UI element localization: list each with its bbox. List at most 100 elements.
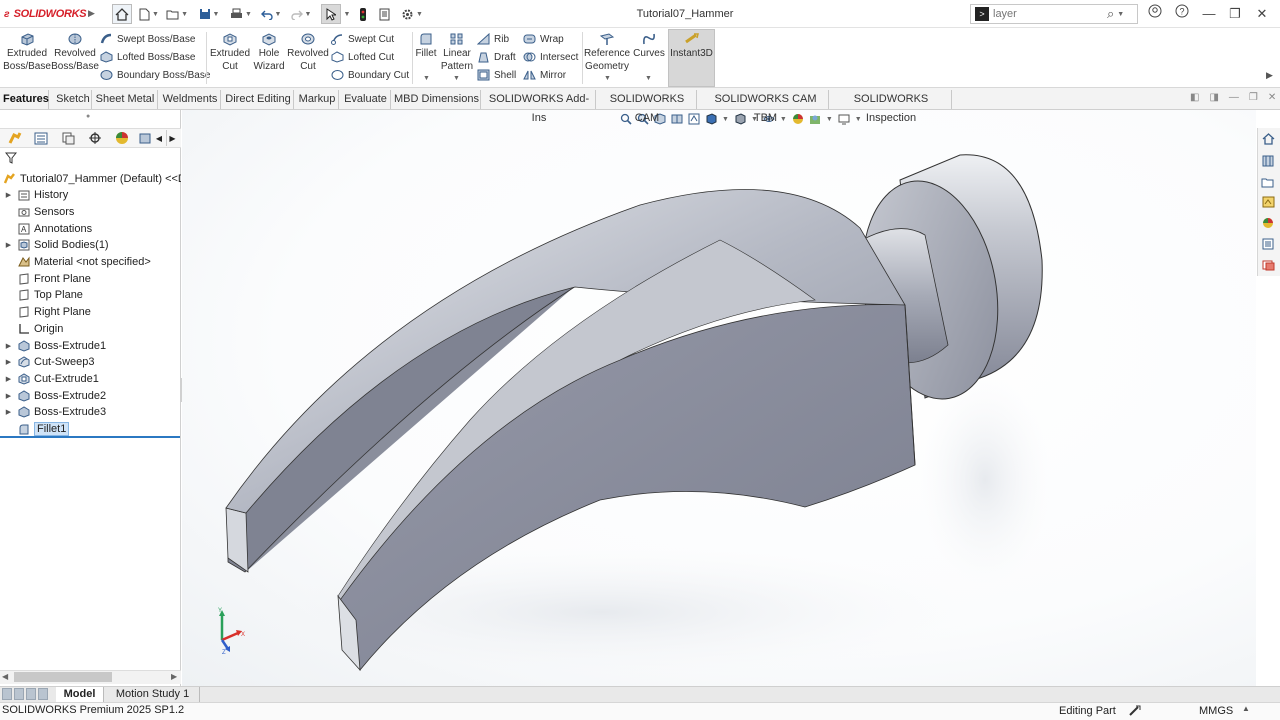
- revolved-cut-button[interactable]: Revolved Cut: [286, 30, 330, 86]
- tree-item-boss-extrude3[interactable]: ▶ Boss-Extrude3: [0, 404, 181, 421]
- undo-icon[interactable]: ▼: [259, 4, 283, 24]
- rebuild-status-icon[interactable]: [1128, 704, 1142, 717]
- redo-icon[interactable]: ▼: [290, 4, 312, 24]
- filter-icon[interactable]: [5, 152, 17, 164]
- view-orientation-dropdown-icon[interactable]: ▼: [722, 116, 729, 123]
- expand-arrow-icon[interactable]: ▶: [4, 358, 13, 366]
- extruded-cut-button[interactable]: Extruded Cut: [208, 30, 252, 86]
- tab-solidworks-cam[interactable]: SOLIDWORKS CAM: [598, 90, 697, 124]
- expand-arrow-icon[interactable]: ▶: [4, 392, 13, 400]
- solidworks-forum-icon[interactable]: [1260, 257, 1276, 273]
- previous-tab-nav-icon[interactable]: [14, 688, 24, 700]
- options-gear-icon[interactable]: ▼: [398, 4, 426, 24]
- dynamic-annotation-icon[interactable]: [688, 113, 700, 125]
- revolved-boss-button[interactable]: Revolved Boss/Base: [51, 30, 99, 86]
- search-commands-box[interactable]: > ⌕ ▼: [970, 4, 1138, 24]
- first-tab-nav-icon[interactable]: [2, 688, 12, 700]
- property-manager-tab-icon[interactable]: [31, 130, 51, 146]
- tree-item-fillet1[interactable]: Fillet1: [0, 421, 181, 438]
- intersect-button[interactable]: Intersect: [523, 49, 578, 65]
- tab-markup[interactable]: Markup: [296, 90, 339, 109]
- appearances-scenes-icon[interactable]: [1260, 215, 1276, 231]
- boundary-cut-button[interactable]: Boundary Cut: [331, 67, 409, 83]
- boundary-boss-button[interactable]: Boundary Boss/Base: [100, 67, 210, 83]
- expand-arrow-icon[interactable]: ▶: [4, 191, 13, 199]
- display-style-icon[interactable]: [734, 113, 746, 125]
- scroll-left-icon[interactable]: ◀: [2, 672, 8, 681]
- graphics-viewport[interactable]: [182, 110, 1256, 686]
- menu-expand-icon[interactable]: ▶: [88, 8, 95, 19]
- fillet-dropdown-icon[interactable]: ▼: [423, 75, 430, 82]
- view-settings-dropdown-icon[interactable]: ▼: [855, 116, 862, 123]
- tab-sketch[interactable]: Sketch: [55, 90, 92, 109]
- restore-window-icon[interactable]: ❐: [1224, 4, 1246, 24]
- home-icon[interactable]: [112, 4, 132, 24]
- hide-show-dropdown-icon[interactable]: ▼: [780, 116, 787, 123]
- close-window-icon[interactable]: ✕: [1251, 4, 1273, 24]
- tab-evaluate[interactable]: Evaluate: [341, 90, 391, 109]
- extruded-boss-button[interactable]: Extruded Boss/Base: [3, 30, 51, 86]
- help-icon[interactable]: ?: [1171, 4, 1193, 24]
- tree-item-sensors[interactable]: Sensors: [0, 203, 181, 220]
- hammer-model[interactable]: [182, 110, 1256, 686]
- display-manager-tab-icon[interactable]: [112, 130, 132, 146]
- rollback-bar[interactable]: [0, 436, 180, 438]
- tab-solidworks-inspection[interactable]: SOLIDWORKS Inspection: [831, 90, 952, 124]
- expand-arrow-icon[interactable]: ▶: [4, 408, 13, 416]
- tree-item-origin[interactable]: Origin: [0, 320, 181, 337]
- tree-item-material-not-specified[interactable]: Material <not specified>: [0, 254, 181, 271]
- tab-solidworks-cam-tbm[interactable]: SOLIDWORKS CAM TBM: [703, 90, 829, 124]
- tab-mbd-dimensions[interactable]: MBD Dimensions: [393, 90, 481, 109]
- lofted-cut-button[interactable]: Lofted Cut: [331, 49, 394, 65]
- dimxpert-tab-icon[interactable]: [85, 130, 105, 146]
- solidworks-logo[interactable]: ƨ SOLIDWORKS: [4, 6, 87, 22]
- hole-wizard-button[interactable]: Hole Wizard: [250, 30, 288, 86]
- save-icon[interactable]: ▼: [197, 4, 221, 24]
- tab-solidworks-add-ins[interactable]: SOLIDWORKS Add-Ins: [483, 90, 596, 124]
- new-document-icon[interactable]: ▼: [138, 4, 160, 24]
- tab-features[interactable]: Features: [3, 90, 49, 109]
- motion-study-tab[interactable]: Motion Study 1: [106, 687, 200, 702]
- model-tab[interactable]: Model: [56, 687, 104, 702]
- last-tab-nav-icon[interactable]: [38, 688, 48, 700]
- expand-arrow-icon[interactable]: ▶: [4, 342, 13, 350]
- shell-button[interactable]: Shell: [477, 67, 516, 83]
- search-dropdown-icon[interactable]: ▼: [1117, 11, 1124, 18]
- tile-window-icon[interactable]: ◨: [1209, 92, 1218, 106]
- scene-dropdown-icon[interactable]: ▼: [826, 116, 833, 123]
- design-library-icon[interactable]: [1260, 152, 1276, 168]
- search-input[interactable]: [993, 8, 1103, 20]
- tree-item-cut-sweep3[interactable]: ▶ Cut-Sweep3: [0, 354, 181, 371]
- open-folder-icon[interactable]: ▼: [166, 4, 188, 24]
- curves-dropdown-icon[interactable]: ▼: [645, 75, 652, 82]
- units-selector[interactable]: MMGS: [1199, 705, 1233, 717]
- file-explorer-icon[interactable]: [1260, 174, 1276, 190]
- tree-item-front-plane[interactable]: Front Plane: [0, 270, 181, 287]
- apply-scene-icon[interactable]: [809, 113, 821, 125]
- scroll-right-icon[interactable]: ▶: [171, 672, 177, 681]
- traffic-light-icon[interactable]: [355, 4, 371, 24]
- tree-item-annotations[interactable]: A Annotations: [0, 220, 181, 237]
- expand-arrow-icon[interactable]: ▶: [4, 375, 13, 383]
- tab-weldments[interactable]: Weldments: [160, 90, 221, 109]
- expand-arrow-icon[interactable]: ▶: [4, 241, 13, 249]
- reference-dropdown-icon[interactable]: ▼: [604, 75, 611, 82]
- view-palette-icon[interactable]: [1260, 194, 1276, 210]
- select-pointer-icon[interactable]: [321, 4, 341, 24]
- tree-item-boss-extrude2[interactable]: ▶ Boss-Extrude2: [0, 387, 181, 404]
- mirror-button[interactable]: Mirror: [523, 67, 566, 83]
- panel-tab-scroll-right-icon[interactable]: ▶: [166, 130, 178, 146]
- tree-item-cut-extrude1[interactable]: ▶ Cut-Extrude1: [0, 370, 181, 387]
- view-settings-icon[interactable]: [838, 113, 850, 125]
- select-dropdown-icon[interactable]: ▼: [341, 4, 351, 24]
- restore-document-icon[interactable]: ❐: [1249, 92, 1258, 106]
- instant3d-button[interactable]: Instant3D: [668, 29, 715, 87]
- draft-button[interactable]: Draft: [477, 49, 516, 65]
- panel-tab-scroll-left-icon[interactable]: ◀: [154, 130, 164, 146]
- pattern-dropdown-icon[interactable]: ▼: [453, 75, 460, 82]
- ribbon-scroll-right-icon[interactable]: ▶: [1266, 70, 1276, 86]
- tab-direct-editing[interactable]: Direct Editing: [223, 90, 294, 109]
- tree-item-right-plane[interactable]: Right Plane: [0, 304, 181, 321]
- configuration-manager-tab-icon[interactable]: [58, 130, 78, 146]
- tree-root-part[interactable]: Tutorial07_Hammer (Default) <<Def: [0, 170, 181, 187]
